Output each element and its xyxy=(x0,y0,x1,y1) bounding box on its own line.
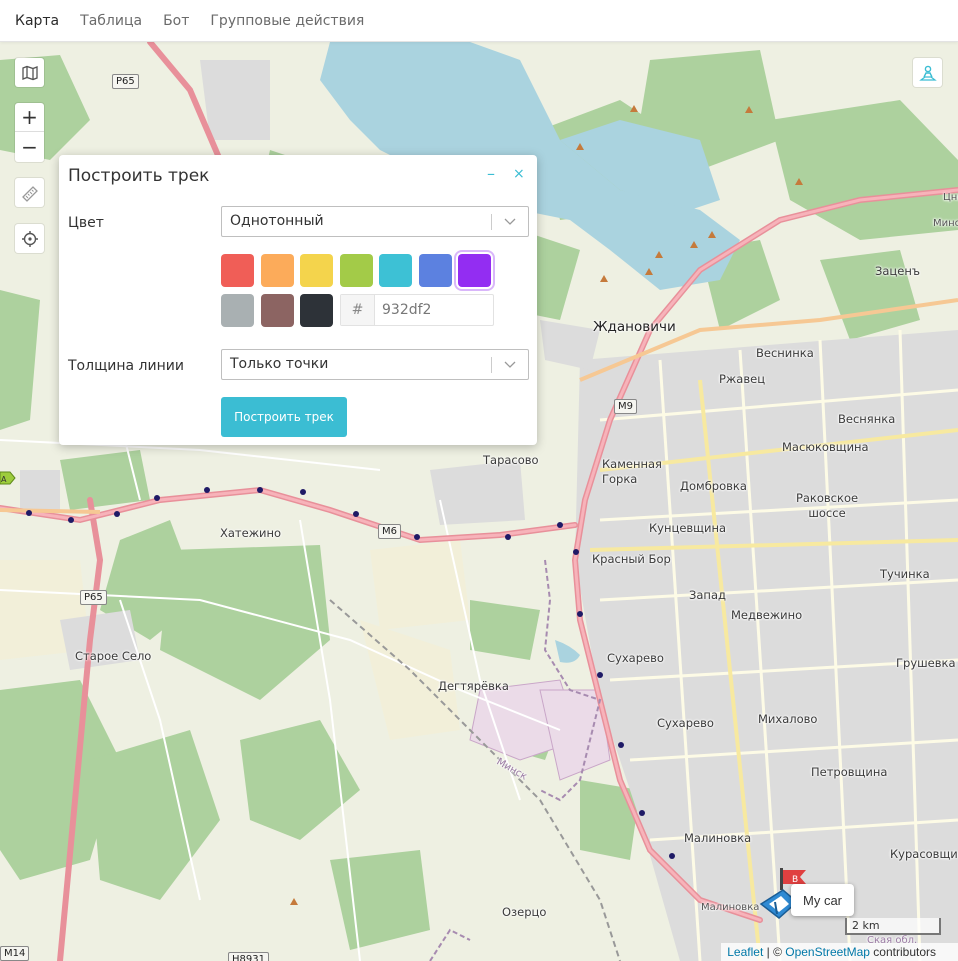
ruler-icon xyxy=(21,185,38,202)
zoom-control: + − xyxy=(15,103,44,162)
color-label: Цвет xyxy=(68,215,104,231)
hex-color-field[interactable]: # xyxy=(340,294,494,326)
color-swatch[interactable] xyxy=(221,254,254,287)
color-swatch[interactable] xyxy=(300,294,333,327)
layers-button[interactable] xyxy=(15,58,44,87)
color-swatch[interactable] xyxy=(339,254,373,287)
thickness-select[interactable]: Только точки xyxy=(221,349,529,380)
road-shield: P65 xyxy=(80,590,107,605)
place-label: Озерцо xyxy=(502,905,547,919)
build-track-button[interactable]: Построить трек xyxy=(221,397,347,437)
crosshair-icon xyxy=(21,230,38,247)
place-label: Ждановичи xyxy=(593,319,676,335)
leaflet-link[interactable]: Leaflet xyxy=(727,945,763,959)
place-label: Малиновка xyxy=(701,902,760,913)
color-swatch[interactable] xyxy=(260,294,294,327)
attribution-separator: | © xyxy=(763,945,786,959)
road-shield: H8931 xyxy=(228,952,269,961)
place-label: Каменная Горка xyxy=(602,457,662,486)
place-label: Михалово xyxy=(758,712,818,726)
user-location-button[interactable] xyxy=(913,58,942,87)
tab-bot[interactable]: Бот xyxy=(163,13,189,29)
tab-map[interactable]: Карта xyxy=(15,13,59,29)
attribution-suffix: contributors xyxy=(869,945,936,959)
zoom-out-button[interactable]: − xyxy=(15,132,44,161)
select-separator xyxy=(491,357,492,373)
hash-prefix: # xyxy=(341,295,375,325)
place-label: Сухарево xyxy=(657,716,714,730)
top-nav: Карта Таблица Бот Групповые действия xyxy=(0,0,958,42)
build-track-panel: Построить трек – × Цвет Однотонный # Тол… xyxy=(59,155,537,445)
start-flag-label: A xyxy=(1,475,7,484)
color-mode-value: Однотонный xyxy=(230,213,324,229)
road-shield: P65 xyxy=(112,74,139,89)
place-label: Дегтярёвка xyxy=(438,679,509,693)
place-label: Запад xyxy=(689,588,726,602)
place-label: Малиновка xyxy=(684,831,752,845)
locate-button[interactable] xyxy=(15,224,44,253)
thickness-value: Только точки xyxy=(230,356,329,372)
color-swatch[interactable] xyxy=(418,254,452,287)
panel-title: Построить трек xyxy=(68,166,210,186)
car-marker-label[interactable]: My car xyxy=(791,884,854,916)
map-icon xyxy=(21,65,38,80)
road-shield: M9 xyxy=(614,399,637,414)
place-label: Курасовщин xyxy=(890,847,958,861)
person-pin-icon xyxy=(918,65,937,81)
chevron-down-icon xyxy=(504,218,516,225)
minimize-button[interactable]: – xyxy=(487,164,495,183)
color-swatch[interactable] xyxy=(379,254,412,287)
hex-color-input[interactable] xyxy=(376,295,492,325)
tab-table[interactable]: Таблица xyxy=(80,13,142,29)
scale-bar: 2 km xyxy=(845,918,941,935)
road-shield: M14 xyxy=(0,946,30,961)
place-label: Веснянка xyxy=(838,412,896,426)
ruler-button[interactable] xyxy=(15,178,44,207)
place-label: Красный Бор xyxy=(592,552,671,566)
place-label: Минск xyxy=(933,218,958,229)
place-label: Цнь xyxy=(943,192,958,203)
place-label: Кунцевщина xyxy=(649,521,727,535)
place-label: Сухарево xyxy=(607,651,664,665)
place-label: Старое Село xyxy=(75,649,152,663)
zoom-in-button[interactable]: + xyxy=(15,103,44,132)
select-separator xyxy=(491,214,492,230)
place-label: Хатежино xyxy=(220,526,282,540)
color-swatch[interactable] xyxy=(300,254,333,287)
place-label: Тучинка xyxy=(880,567,930,581)
tab-group-actions[interactable]: Групповые действия xyxy=(210,13,364,29)
osm-link[interactable]: OpenStreetMap xyxy=(785,945,870,959)
place-label: Заценъ xyxy=(875,264,920,278)
close-button[interactable]: × xyxy=(513,166,525,182)
color-mode-select[interactable]: Однотонный xyxy=(221,206,529,237)
color-swatch[interactable] xyxy=(458,254,491,287)
thickness-label: Толщина линии xyxy=(68,358,184,374)
place-label: Грушевка xyxy=(896,656,956,670)
color-swatch[interactable] xyxy=(260,254,294,287)
road-shield: M6 xyxy=(378,524,401,539)
place-label: Домбровка xyxy=(680,479,747,493)
place-label: Тарасово xyxy=(483,453,539,467)
chevron-down-icon xyxy=(504,361,516,368)
place-label: Раковское шоссе xyxy=(795,491,859,520)
place-label: Петровщина xyxy=(811,765,888,779)
map-attribution: Leaflet | © OpenStreetMap contributors xyxy=(721,943,958,961)
place-label: Масюковщина xyxy=(782,440,869,454)
place-label: Веснинка xyxy=(756,346,814,360)
color-swatch[interactable] xyxy=(221,294,254,327)
place-label: Медвежино xyxy=(731,608,803,622)
place-label: Ржавец xyxy=(719,372,766,386)
